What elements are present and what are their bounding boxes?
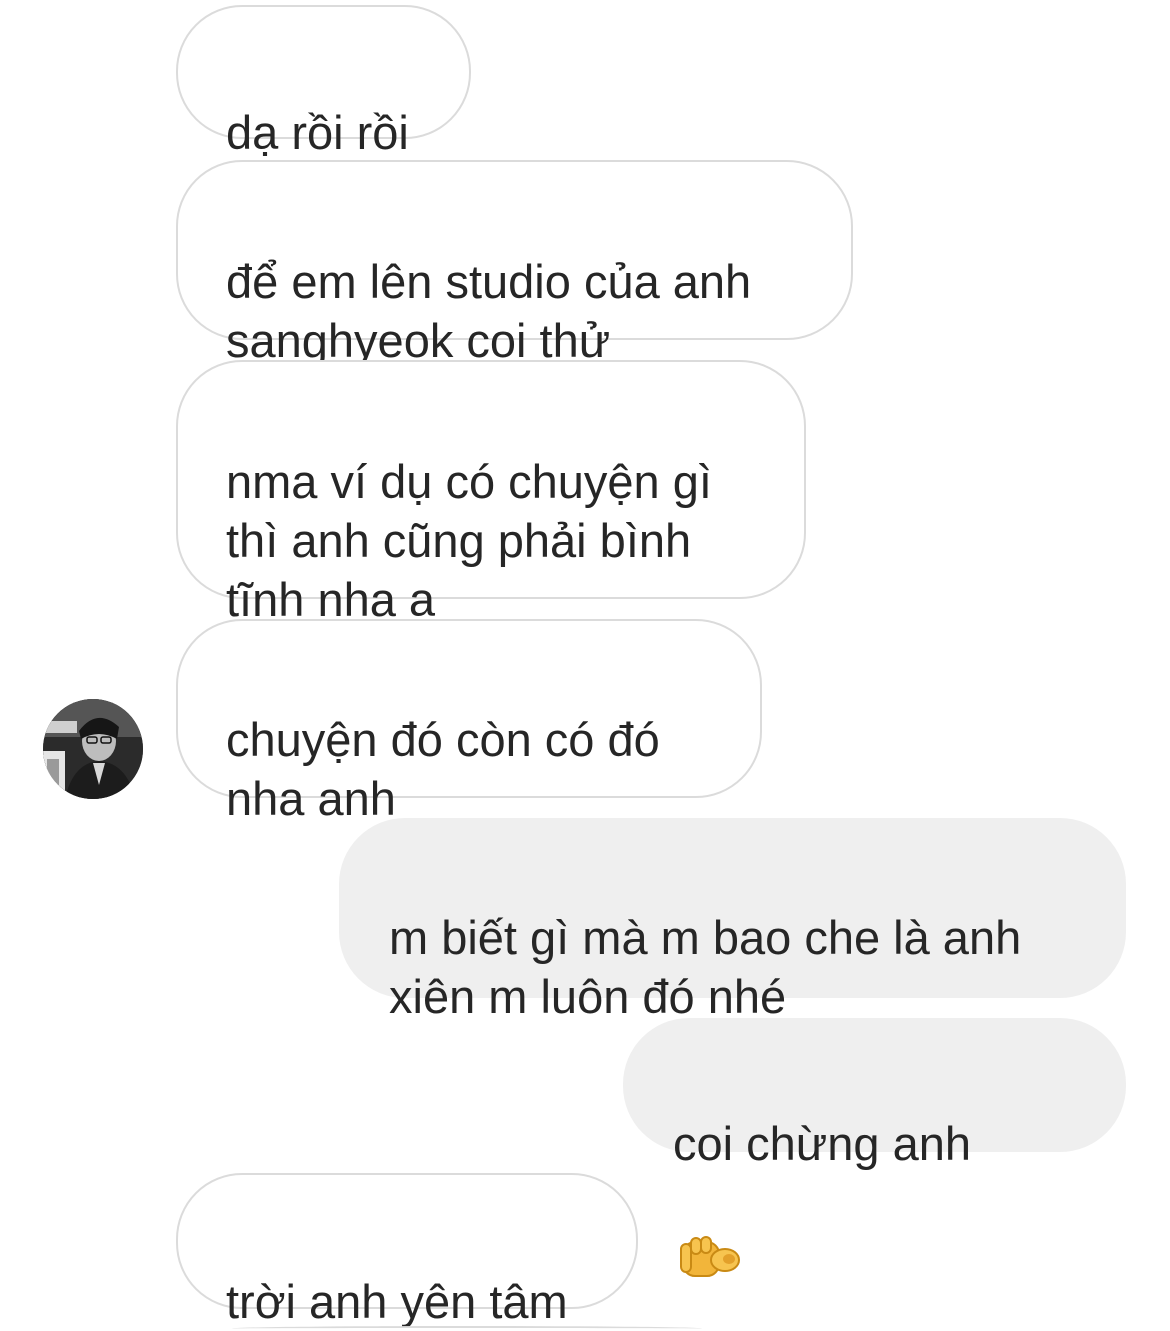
message-bubble-outgoing[interactable]: m biết gì mà m bao che là anh xiên m luô… [339,818,1126,1023]
message-text: m biết gì mà m bao che là anh xiên m luô… [389,911,1022,1023]
message-text: coi chừng anh [673,1117,971,1170]
message-text: nma ví dụ có chuyện gì thì anh cũng phải… [226,455,712,626]
sender-avatar[interactable] [43,699,143,799]
message-text: trời anh yên tâm [226,1275,568,1328]
message-bubble-incoming[interactable]: nma ví dụ có chuyện gì thì anh cũng phải… [176,360,806,626]
message-bubble-incoming[interactable]: để em lên studio của anh sanghyeok coi t… [176,160,853,367]
message-text: dạ rồi rồi [226,106,409,159]
message-text: chuyện đó còn có đó nha anh [226,713,660,825]
message-text: để em lên studio của anh sanghyeok coi t… [226,255,752,367]
message-bubble-outgoing[interactable]: coi chừng anh [623,1018,1126,1277]
message-bubble-incoming[interactable]: dạ rồi rồi [176,5,471,159]
backhand-index-pointing-at-viewer-icon [679,1173,741,1295]
message-bubble-incoming[interactable]: trời anh yên tâm [176,1173,638,1328]
message-bubble-incoming[interactable]: chuyện đó còn có đó nha anh [176,619,762,825]
avatar-photo [43,699,143,799]
